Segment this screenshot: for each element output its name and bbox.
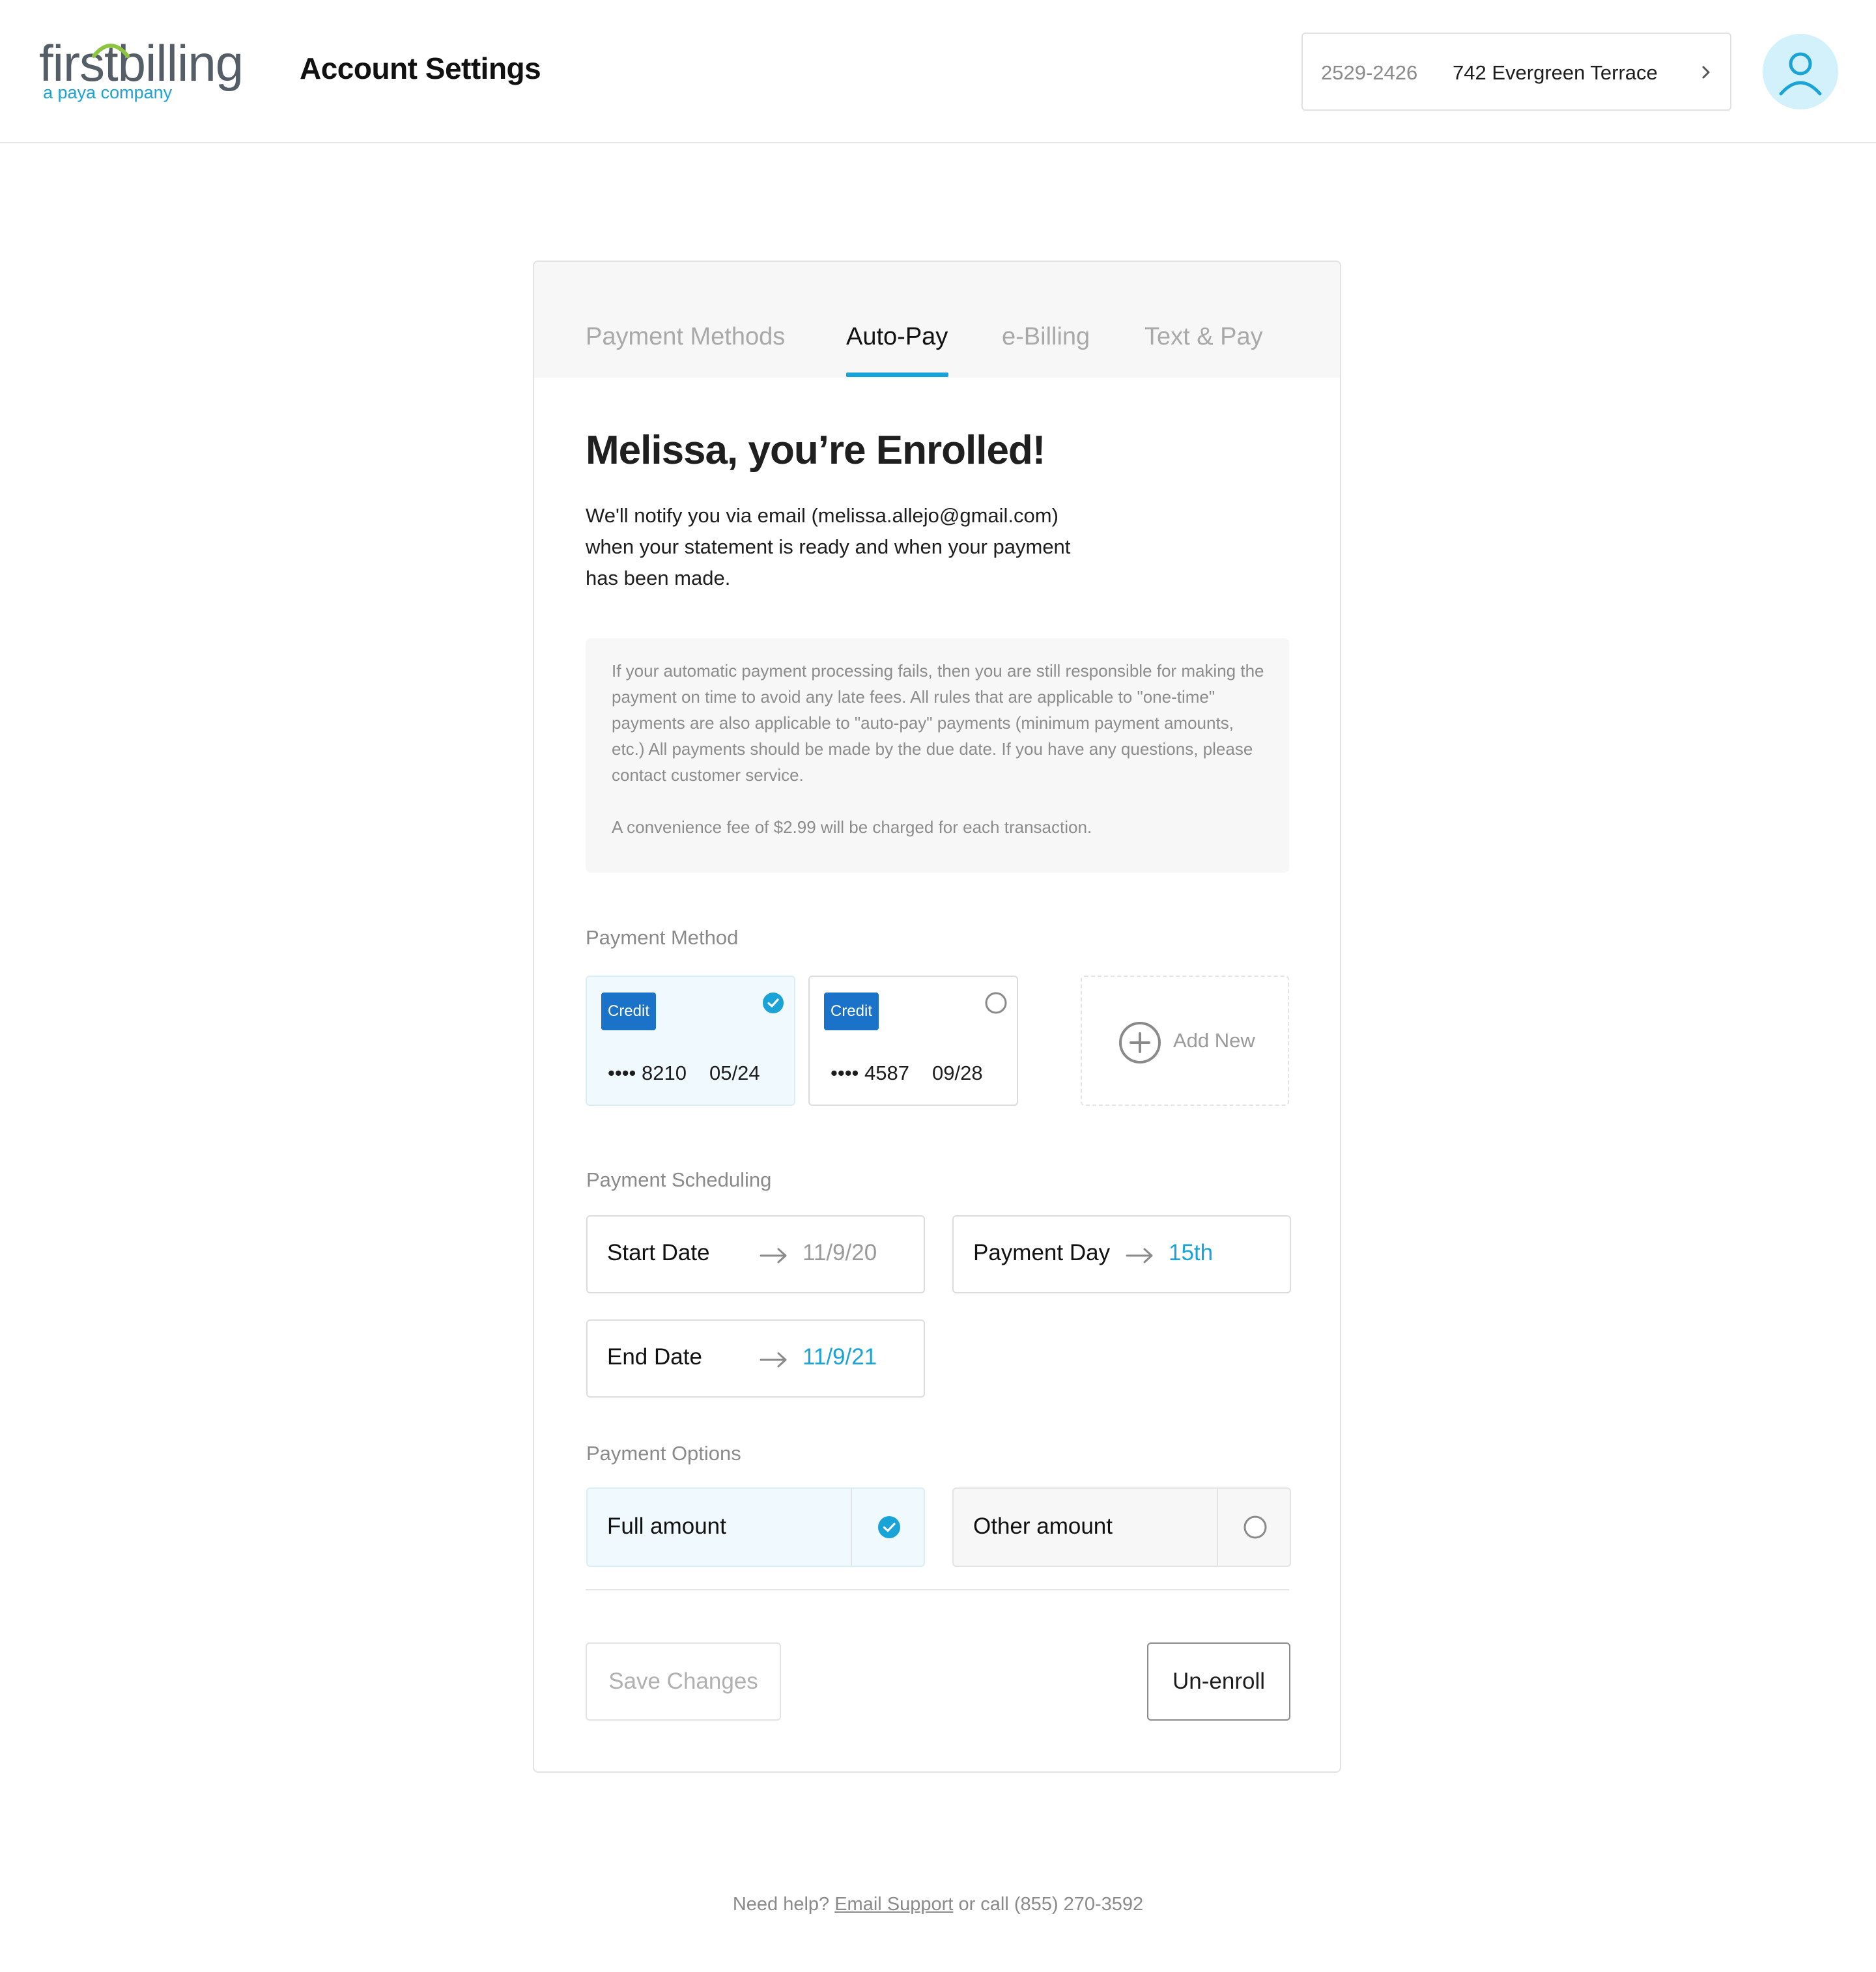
option-divider xyxy=(851,1489,852,1566)
radio-empty-icon xyxy=(985,992,1007,1014)
account-address: 742 Evergreen Terrace xyxy=(1453,61,1658,84)
payment-card-4587[interactable]: Credit •••• 4587 09/28 xyxy=(808,976,1018,1106)
save-changes-button[interactable]: Save Changes xyxy=(586,1642,781,1721)
firstbilling-logo[interactable]: firstbilling a paya company xyxy=(39,34,261,106)
help-text: Need help? xyxy=(732,1894,830,1915)
tab-auto-pay[interactable]: Auto-Pay xyxy=(846,323,948,351)
full-amount-label: Full amount xyxy=(607,1514,726,1539)
check-circle-icon xyxy=(878,1516,900,1538)
tab-payment-methods[interactable]: Payment Methods xyxy=(586,323,785,351)
add-new-label: Add New xyxy=(1173,1029,1255,1052)
start-date-value: 11/9/20 xyxy=(803,1240,877,1265)
notification-message: We'll notify you via email (melissa.alle… xyxy=(586,504,1071,589)
credit-badge: Credit xyxy=(601,993,656,1030)
card-number: •••• 4587 xyxy=(831,1062,909,1084)
payment-method-label: Payment Method xyxy=(586,926,739,949)
start-date-label: Start Date xyxy=(607,1240,710,1265)
add-new-payment-button[interactable]: Add New xyxy=(1081,976,1289,1106)
top-header: firstbilling a paya company Account Sett… xyxy=(0,0,1876,143)
settings-tabs: Payment Methods Auto-Pay e-Billing Text … xyxy=(534,262,1340,378)
card-expiry: 09/28 xyxy=(932,1062,983,1084)
arrow-right-icon xyxy=(1126,1248,1153,1263)
disclaimer-text: If your automatic payment processing fai… xyxy=(612,661,1264,785)
tab-e-billing[interactable]: e-Billing xyxy=(1002,323,1090,351)
convenience-fee-text: A convenience fee of $2.99 will be charg… xyxy=(612,817,1092,837)
tab-text-and-pay[interactable]: Text & Pay xyxy=(1144,323,1263,351)
payment-day-label: Payment Day xyxy=(973,1240,1111,1265)
start-date-field[interactable]: Start Date 11/9/20 xyxy=(586,1215,925,1293)
card-expiry: 05/24 xyxy=(709,1062,760,1084)
option-divider xyxy=(1217,1489,1218,1566)
other-amount-option[interactable]: Other amount xyxy=(952,1487,1291,1567)
section-divider xyxy=(586,1589,1289,1590)
radio-empty-icon xyxy=(1244,1515,1267,1539)
enrolled-heading: Melissa, you’re Enrolled! xyxy=(586,428,1045,473)
logo-tagline: a paya company xyxy=(43,83,173,102)
plus-circle-icon xyxy=(1119,1022,1161,1063)
end-date-field[interactable]: End Date 11/9/21 xyxy=(586,1319,925,1398)
credit-badge: Credit xyxy=(824,993,879,1030)
help-footer: Need help? Email Support or call (855) 2… xyxy=(0,1894,1876,1915)
call-text: or call (855) 270-3592 xyxy=(958,1894,1144,1915)
other-amount-label: Other amount xyxy=(973,1514,1113,1539)
active-tab-indicator xyxy=(846,373,948,377)
page-title: Account Settings xyxy=(300,51,541,85)
payment-day-value: 15th xyxy=(1169,1240,1214,1265)
arrow-right-icon xyxy=(760,1352,787,1368)
end-date-value: 11/9/21 xyxy=(803,1344,877,1370)
logo-arc-icon xyxy=(92,44,130,58)
payment-day-field[interactable]: Payment Day 15th xyxy=(952,1215,1291,1293)
payment-options-label: Payment Options xyxy=(586,1442,741,1465)
end-date-label: End Date xyxy=(607,1344,702,1370)
autopay-disclaimer: If your automatic payment processing fai… xyxy=(586,638,1289,873)
account-number: 2529-2426 xyxy=(1321,61,1418,84)
account-selector[interactable]: 2529-2426 742 Evergreen Terrace xyxy=(1301,33,1731,111)
user-avatar-button[interactable] xyxy=(1763,34,1838,109)
check-circle-icon xyxy=(763,993,784,1013)
full-amount-option[interactable]: Full amount xyxy=(586,1487,925,1567)
payment-scheduling-label: Payment Scheduling xyxy=(586,1168,772,1191)
payment-card-8210[interactable]: Credit •••• 8210 05/24 xyxy=(586,976,795,1106)
auto-pay-card: Payment Methods Auto-Pay e-Billing Text … xyxy=(533,261,1341,1773)
email-support-link[interactable]: Email Support xyxy=(834,1894,953,1915)
user-icon xyxy=(1779,52,1822,96)
chevron-right-icon xyxy=(1702,66,1710,79)
unenroll-button[interactable]: Un-enroll xyxy=(1147,1642,1290,1721)
arrow-right-icon xyxy=(760,1248,787,1263)
card-number: •••• 8210 xyxy=(608,1062,687,1084)
